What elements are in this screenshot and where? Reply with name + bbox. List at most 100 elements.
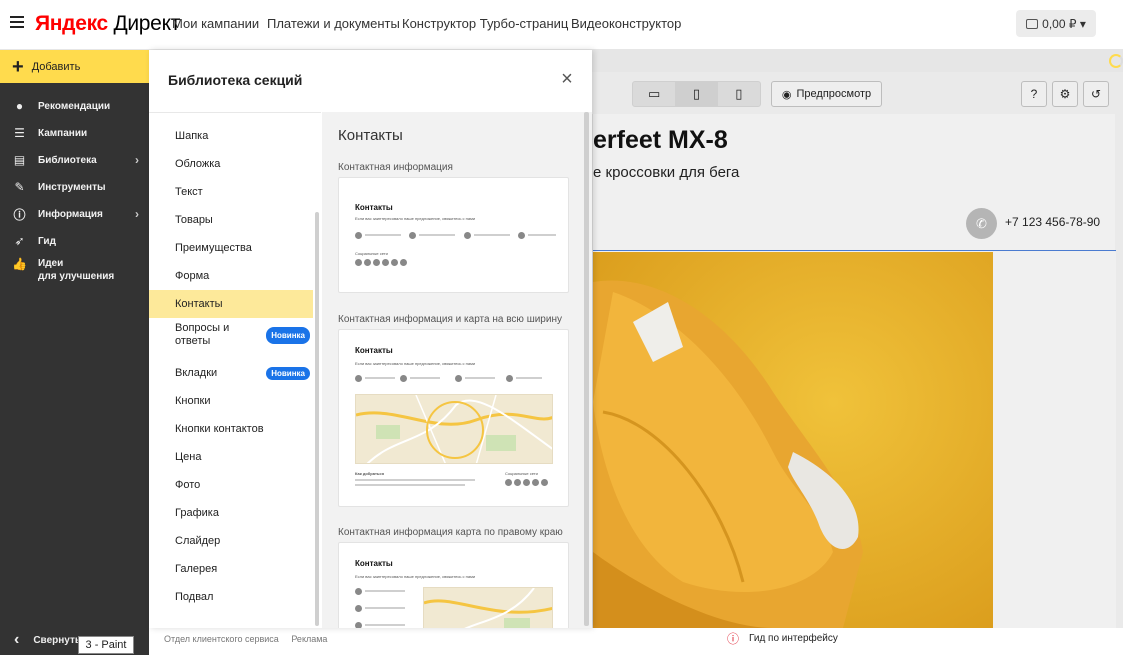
hero-title[interactable]: erfeet MX-8 [593, 126, 728, 155]
address-icon [355, 375, 362, 382]
category-products[interactable]: Товары [149, 206, 313, 234]
mini-line [465, 377, 495, 379]
hamburger-menu-icon[interactable] [10, 16, 24, 30]
section-variants-area: Контакты Контактная информация Контакты … [322, 112, 592, 628]
category-advantages[interactable]: Преимущества [149, 234, 313, 262]
header-phone-number[interactable]: +7 123 456-78-90 [1005, 215, 1100, 229]
new-badge: Новинка [266, 366, 310, 380]
category-slider[interactable]: Слайдер [149, 527, 313, 555]
category-header[interactable]: Шапка [149, 122, 313, 150]
sidebar-item-label: Библиотека [38, 154, 97, 166]
clock-icon [355, 622, 362, 628]
sidebar-item-ideas[interactable]: 👍 Идеи для улучшения [0, 257, 149, 291]
info-icon: ⓘ [13, 207, 26, 222]
taskbar-tooltip: 3 - Paint [78, 636, 134, 654]
add-button[interactable]: + Добавить [0, 50, 149, 83]
phone-icon [355, 605, 362, 612]
category-footer[interactable]: Подвал [149, 583, 313, 611]
category-buttons[interactable]: Кнопки [149, 387, 313, 415]
close-icon[interactable]: × [559, 69, 575, 89]
variant-label: Контактная информация и карта на всю шир… [338, 314, 562, 325]
variant-card-contacts-right-map[interactable]: Контакты Если вас заинтересовало наше пр… [338, 542, 569, 628]
library-icon: ▤ [13, 153, 26, 167]
logo-brand: Яндекс [35, 12, 108, 35]
social-icon [355, 259, 362, 266]
sneaker-photo[interactable] [593, 252, 993, 628]
category-form[interactable]: Форма [149, 262, 313, 290]
nav-turbo-constructor[interactable]: Конструктор Турбо-страниц [402, 16, 568, 31]
category-gallery[interactable]: Галерея [149, 555, 313, 583]
settings-button[interactable]: ⚙ [1052, 81, 1078, 107]
sidebar-item-information[interactable]: ⓘ Информация › [0, 201, 149, 227]
category-label-2: ответы [175, 335, 211, 347]
address-icon [355, 232, 362, 239]
balance-button[interactable]: 0,00 ₽ ▾ [1016, 10, 1096, 37]
chevron-right-icon: › [135, 153, 139, 167]
tablet-view-icon[interactable]: ▯ [675, 82, 718, 106]
category-contacts[interactable]: Контакты [149, 290, 313, 318]
address-icon [355, 588, 362, 595]
mini-line [410, 377, 440, 379]
desktop-view-icon[interactable]: ▭ [633, 82, 675, 106]
section-title: Контакты [338, 127, 403, 144]
category-label: Вопросы и [175, 322, 230, 334]
sidebar-item-label: Идеи [38, 258, 64, 269]
mini-line [365, 607, 405, 609]
nav-my-campaigns[interactable]: Мои кампании [172, 16, 259, 31]
category-graphics[interactable]: Графика [149, 499, 313, 527]
variants-scrollbar[interactable] [584, 112, 589, 626]
yandex-direct-logo[interactable]: Яндекс Директ [35, 12, 180, 36]
nav-payments-documents[interactable]: Платежи и документы [267, 16, 400, 31]
sidebar-item-recommendations[interactable]: ● Рекомендации [0, 93, 149, 119]
sidebar-item-label-2: для улучшения [38, 271, 115, 282]
footer-link-support[interactable]: Отдел клиентского сервиса [164, 634, 279, 644]
category-cover[interactable]: Обложка [149, 150, 313, 178]
email-icon [506, 375, 513, 382]
category-text[interactable]: Текст [149, 178, 313, 206]
variant-card-contacts-full-map[interactable]: Контакты Если вас заинтересовало наше пр… [338, 329, 569, 507]
category-photo[interactable]: Фото [149, 471, 313, 499]
mini-line [355, 484, 465, 486]
mini-line [355, 479, 475, 481]
hero-subtitle[interactable]: е кроссовки для бега [593, 164, 739, 181]
sidebar-item-tools[interactable]: ✎ Инструменты [0, 174, 149, 200]
social-icon [400, 259, 407, 266]
history-button[interactable]: ↺ [1083, 81, 1109, 107]
mini-title: Контакты [355, 559, 393, 568]
wallet-icon [1026, 18, 1039, 29]
sidebar-item-campaigns[interactable]: ☰ Кампании [0, 120, 149, 146]
social-icon [364, 259, 371, 266]
category-scrollbar[interactable] [315, 212, 319, 626]
mini-map [355, 394, 553, 464]
footer-link-ads[interactable]: Реклама [291, 634, 327, 644]
variant-card-contacts-info[interactable]: Контакты Если вас заинтересовало наше пр… [338, 177, 569, 293]
sidebar-item-library[interactable]: ▤ Библиотека › [0, 147, 149, 173]
balance-amount: 0,00 ₽ ▾ [1042, 16, 1086, 31]
mini-social: Социальные сети [355, 251, 388, 256]
category-contact-buttons[interactable]: Кнопки контактов [149, 415, 313, 443]
phone-icon [464, 232, 471, 239]
bulb-icon: ● [15, 99, 24, 113]
gear-icon: ⚙ [1059, 87, 1071, 101]
mobile-view-icon[interactable]: ▯ [718, 82, 760, 106]
section-divider [593, 250, 1116, 251]
category-price[interactable]: Цена [149, 443, 313, 471]
category-faq[interactable]: Вопросы и ответы Новинка [149, 320, 313, 350]
top-header: Яндекс Директ Мои кампании Платежи и док… [0, 0, 1123, 50]
sidebar-item-label: Кампании [38, 127, 88, 139]
sidebar-item-guide[interactable]: ➶ Гид [0, 228, 149, 254]
plus-icon: + [12, 55, 24, 78]
social-icon [382, 259, 389, 266]
mini-line [365, 377, 395, 379]
interface-guide-link[interactable]: ⓘ Гид по интерфейсу [727, 630, 838, 646]
help-button[interactable]: ? [1021, 81, 1047, 107]
category-tabs[interactable]: Вкладки Новинка [149, 359, 313, 387]
mini-text: Если вас заинтересовало наше предложение… [355, 361, 476, 366]
wrench-icon: ✎ [14, 180, 25, 194]
mini-title: Контакты [355, 203, 393, 212]
history-icon: ↺ [1090, 87, 1102, 101]
nav-video-constructor[interactable]: Видеоконструктор [571, 16, 681, 31]
phone-icon [400, 375, 407, 382]
mini-line [365, 234, 401, 236]
preview-button[interactable]: ◉ Предпросмотр [771, 81, 882, 107]
